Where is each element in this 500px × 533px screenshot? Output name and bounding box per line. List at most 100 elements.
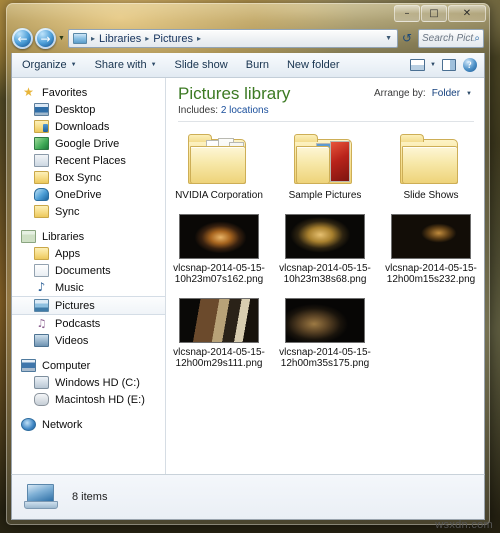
chevron-down-icon[interactable]: ▼ [466,91,472,97]
close-button[interactable]: ✕ [448,5,486,22]
slide-show-label: Slide show [174,59,228,71]
sidebar-item-apps[interactable]: Apps [12,245,165,262]
command-bar: Organize ▼ Share with ▼ Slide show Burn … [12,53,484,78]
search-box[interactable]: Search Pict... ⌕ [418,29,484,48]
sidebar-item-onedrive[interactable]: OneDrive [12,186,165,203]
arrange-by[interactable]: Arrange by: Folder ▼ [374,88,472,99]
share-with-button[interactable]: Share with ▼ [87,55,165,76]
preview-pane-button[interactable] [440,58,457,73]
organize-button[interactable]: Organize ▼ [14,55,85,76]
arrange-by-value[interactable]: Folder [432,88,460,99]
new-folder-label: New folder [286,59,340,71]
video-icon [34,334,49,347]
image-thumbnail [285,297,365,343]
new-folder-button[interactable]: New folder [279,55,348,76]
breadcrumb-separator-2[interactable]: ▸ [195,34,203,43]
breadcrumb-separator-1[interactable]: ▸ [143,34,151,43]
list-item[interactable]: vlcsnap-2014-05-15-12h00m29s111.png [166,294,272,378]
sidebar-header-computer[interactable]: Computer [12,357,165,374]
folder-icon [34,171,49,184]
list-item[interactable]: vlcsnap-2014-05-15-10h23m38s68.png [272,210,378,294]
sidebar-item-windows-hd[interactable]: Windows HD (C:) [12,374,165,391]
burn-label: Burn [245,59,269,71]
sidebar-item-label: Documents [55,264,111,277]
sidebar-item-box-sync[interactable]: Box Sync [12,169,165,186]
breadcrumb-bar[interactable]: ▸ Libraries ▸ Pictures ▸ ▼ [68,29,398,48]
sidebar-item-desktop[interactable]: Desktop [12,101,165,118]
history-dropdown-icon[interactable]: ▼ [58,35,65,42]
sidebar-header-favorites[interactable]: ★ Favorites [12,84,165,101]
nav-group-computer: Computer Windows HD (C:) Macintosh HD (E… [12,357,165,408]
breadcrumb-pictures[interactable]: Pictures [151,33,195,45]
recent-places-icon [34,154,49,167]
view-dropdown-icon[interactable]: ▼ [430,62,436,68]
list-item[interactable]: NVIDIA Corporation [166,130,272,210]
sidebar-item-label: Apps [55,247,81,260]
list-item-label: NVIDIA Corporation [175,190,263,201]
sidebar-item-videos[interactable]: Videos [12,332,165,349]
computer-icon [21,359,36,372]
maximize-button[interactable]: □ [421,5,447,22]
sidebar-item-sync[interactable]: Sync [12,203,165,220]
window-controls: – □ ✕ [394,5,486,22]
list-item-label: vlcsnap-2014-05-15-12h00m29s111.png [173,346,265,370]
sidebar-item-podcasts[interactable]: ♫ Podcasts [12,315,165,332]
items-grid: NVIDIA Corporation Sample Pictures Slide… [166,124,484,378]
organize-label: Organize [22,59,67,71]
sidebar-item-pictures[interactable]: Pictures [12,296,165,315]
folder-icon [34,247,49,260]
list-item[interactable]: vlcsnap-2014-05-15-10h23m07s162.png [166,210,272,294]
breadcrumb-separator-0[interactable]: ▸ [89,34,97,43]
network-icon [21,418,36,431]
podcast-icon: ♫ [36,317,47,330]
slide-show-button[interactable]: Slide show [167,55,236,76]
address-bar: ← → ▼ ▸ Libraries ▸ Pictures ▸ ▼ ↺ Searc… [6,25,490,53]
sidebar-item-label: Desktop [55,103,96,116]
library-header: Pictures library Includes: 2 locations A… [166,78,484,124]
burn-button[interactable]: Burn [238,55,277,76]
onedrive-icon [34,188,49,201]
list-item[interactable]: Slide Shows [378,130,484,210]
sidebar-item-music[interactable]: ♪ Music [12,279,165,296]
sidebar-item-macintosh-hd[interactable]: Macintosh HD (E:) [12,391,165,408]
locations-link[interactable]: 2 locations [221,105,269,116]
breadcrumb-dropdown-icon[interactable]: ▼ [385,35,394,42]
sidebar-item-label: Box Sync [55,171,102,184]
sidebar-item-google-drive[interactable]: Google Drive [12,135,165,152]
breadcrumb-libraries[interactable]: Libraries [97,33,143,45]
change-view-button[interactable] [409,58,426,73]
forward-button[interactable]: → [35,28,56,49]
nav-group-libraries: Libraries Apps Documents ♪ Music Picture… [12,228,165,349]
music-icon: ♪ [37,280,46,294]
list-item[interactable]: vlcsnap-2014-05-15-12h00m35s175.png [272,294,378,378]
chevron-down-icon: ▼ [70,62,77,68]
sidebar-item-recent-places[interactable]: Recent Places [12,152,165,169]
sidebar-item-label: Pictures [55,299,95,312]
navigation-pane[interactable]: ★ Favorites Desktop Downloads Google Dri… [12,78,166,519]
title-bar: – □ ✕ [6,3,490,25]
list-item[interactable]: Sample Pictures [272,130,378,210]
file-list-pane[interactable]: Pictures library Includes: 2 locations A… [166,78,484,519]
library-icon [21,230,36,243]
sidebar-item-label: Computer [42,359,91,372]
downloads-icon [34,120,49,133]
list-item[interactable]: vlcsnap-2014-05-15-12h00m15s232.png [378,210,484,294]
explorer-window: – □ ✕ ← → ▼ ▸ Libraries ▸ Pictures ▸ ▼ ↺… [6,3,490,525]
document-icon [34,264,49,277]
sidebar-item-downloads[interactable]: Downloads [12,118,165,135]
sidebar-item-documents[interactable]: Documents [12,262,165,279]
sidebar-item-label: Libraries [42,230,85,243]
sidebar-item-label: OneDrive [55,188,102,201]
image-thumbnail [391,213,471,259]
hard-drive-icon [34,393,49,406]
sidebar-item-label: Recent Places [55,154,126,167]
help-button[interactable]: ? [461,58,478,73]
grid-row-files-2: vlcsnap-2014-05-15-12h00m29s111.png vlcs… [166,294,484,378]
sidebar-header-network[interactable]: Network [12,416,165,433]
watermark: wsxdn.com [435,519,493,531]
refresh-icon[interactable]: ↺ [402,31,412,45]
sidebar-header-libraries[interactable]: Libraries [12,228,165,245]
minimize-button[interactable]: – [394,5,420,22]
grid-row-files-1: vlcsnap-2014-05-15-10h23m07s162.png vlcs… [166,210,484,294]
back-button[interactable]: ← [12,28,33,49]
